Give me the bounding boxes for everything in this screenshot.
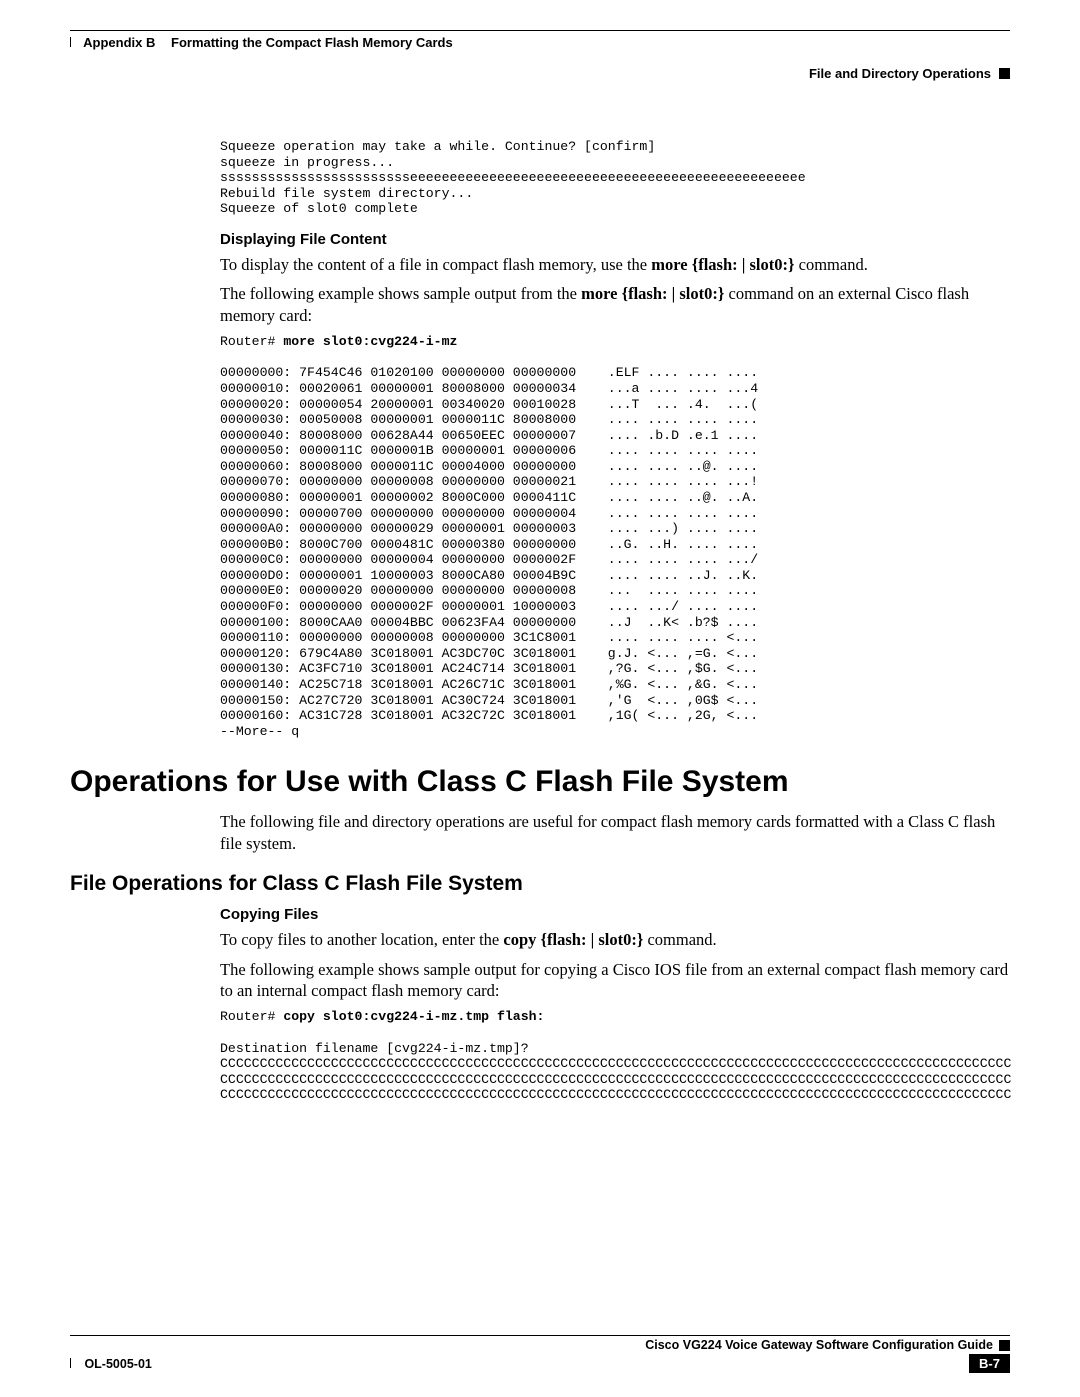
footer-square-icon — [999, 1340, 1010, 1351]
copying-p1: To copy files to another location, enter… — [220, 929, 1010, 950]
copying-p2: The following example shows sample outpu… — [220, 959, 1010, 1002]
file-operations-heading: File Operations for Class C Flash File S… — [70, 872, 1010, 896]
operations-intro: The following file and directory operati… — [220, 811, 1010, 854]
page-number-badge: B-7 — [969, 1354, 1010, 1373]
appendix-label: Appendix B — [83, 35, 155, 50]
copying-heading: Copying Files — [220, 906, 1010, 923]
displaying-heading: Displaying File Content — [220, 231, 1010, 248]
squeeze-output: Squeeze operation may take a while. Cont… — [220, 139, 1010, 217]
copy-command: Router# copy slot0:cvg224-i-mz.tmp flash… — [220, 1009, 1010, 1102]
page-footer: Cisco VG224 Voice Gateway Software Confi… — [70, 1335, 1010, 1373]
displaying-p1: To display the content of a file in comp… — [220, 254, 1010, 275]
appendix-title: Formatting the Compact Flash Memory Card… — [171, 35, 453, 50]
page-header: Appendix B Formatting the Compact Flash … — [70, 35, 1010, 50]
operations-heading: Operations for Use with Class C Flash Fi… — [70, 765, 1010, 799]
displaying-p2: The following example shows sample outpu… — [220, 283, 1010, 326]
footer-docnum: OL-5005-01 — [84, 1357, 151, 1371]
header-square-icon — [999, 68, 1010, 79]
more-command: Router# more slot0:cvg224-i-mz 00000000:… — [220, 334, 1010, 739]
footer-guide: Cisco VG224 Voice Gateway Software Confi… — [645, 1338, 993, 1352]
section-right: File and Directory Operations — [809, 66, 991, 81]
